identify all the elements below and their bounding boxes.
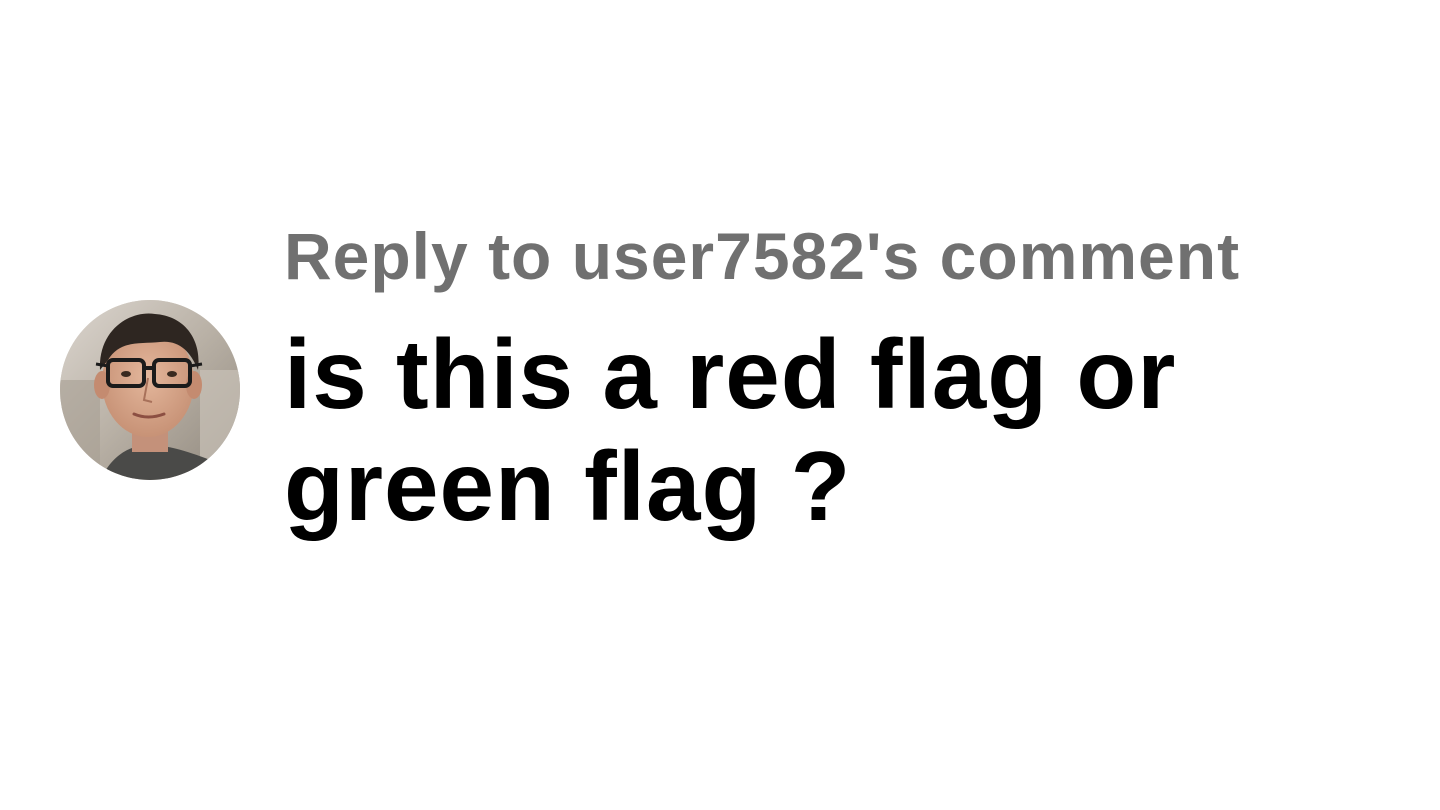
avatar[interactable] bbox=[60, 300, 240, 480]
comment-reply-card: Reply to user7582's comment is this a re… bbox=[0, 0, 1440, 810]
reply-context-label: Reply to user7582's comment bbox=[284, 219, 1241, 293]
comment-text: is this a red flag or green flag ? bbox=[284, 319, 1177, 541]
avatar-photo-icon bbox=[60, 300, 240, 480]
